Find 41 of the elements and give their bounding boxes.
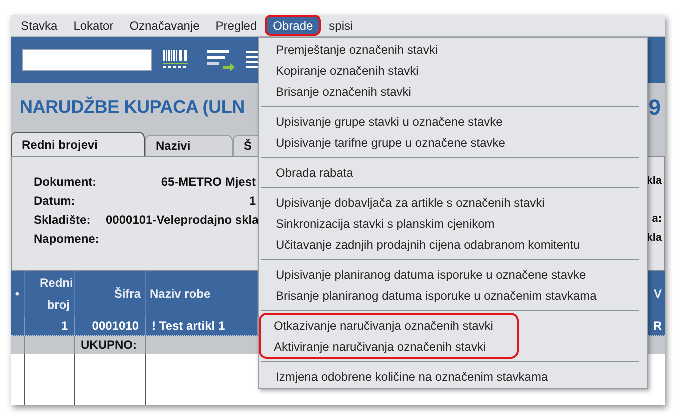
menu-item[interactable]: Upisivanje planiranog datuma isporuke u označene stavke: [261, 264, 602, 285]
field-value: 65-METRO Mjest: [160, 174, 256, 190]
search-field[interactable]: [22, 49, 152, 71]
table-cell-text: 0001010: [92, 318, 139, 335]
menu-item[interactable]: Premještanje označenih stavki: [261, 39, 454, 60]
tab[interactable]: Nazivi: [145, 135, 233, 156]
menu-item[interactable]: Učitavanje zadnjih prodajnih cijena odabranom komitentu: [261, 234, 596, 255]
menu-item[interactable]: Kopiranje označenih stavki: [261, 60, 434, 81]
tab[interactable]: Redni brojevi: [11, 132, 145, 156]
field-label: Datum:: [34, 192, 76, 210]
menu-item[interactable]: Pregled: [208, 15, 266, 36]
barcode-icon[interactable]: [163, 50, 188, 70]
menu-item[interactable]: spisi: [321, 15, 362, 36]
menu-item[interactable]: Upisivanje grupe stavki u označene stavke: [261, 111, 518, 132]
field-label: a:: [652, 212, 662, 228]
menu-item[interactable]: Obrade: [265, 15, 322, 36]
menu-item[interactable]: Stavka: [13, 15, 66, 36]
total-label: UKUPNO:: [81, 337, 137, 354]
menu-item[interactable]: Lokator: [66, 15, 122, 36]
table-cell-text: ! Test artikl 1: [152, 318, 226, 335]
field-value: 1: [248, 192, 256, 210]
page-title: 9: [648, 94, 661, 122]
field-value: 0000101-Veleprodajno skla: [106, 212, 259, 228]
field-label: Dokument:: [34, 174, 98, 190]
column-header: V: [654, 286, 663, 303]
page-title: NARUDŽBE KUPACA (ULN: [20, 96, 245, 119]
menu-item[interactable]: Upisivanje dobavljača za artikle s označenih stavki: [261, 192, 560, 213]
menu-item[interactable]: Aktiviranje naručivanja označenih stavki: [261, 336, 500, 357]
field-label: Napomene:: [34, 230, 100, 248]
menu-item[interactable]: Brisanje označenih stavki: [261, 81, 426, 102]
menu-item[interactable]: Obrada rabata: [261, 162, 368, 183]
list-arrow-icon[interactable]: [207, 49, 235, 71]
table-cell-text: R: [653, 318, 663, 335]
menu-item[interactable]: Izmjena odobrene količine na označenim stavkama: [261, 366, 564, 387]
menu-item[interactable]: Označavanje: [122, 15, 208, 36]
menu-item[interactable]: Upisivanje tarifne grupe u označene stavke: [261, 132, 520, 153]
menu-item[interactable]: Sinkronizacija stavki s planskim cjenikom: [261, 213, 510, 234]
menu-item[interactable]: Otkazivanje naručivanja označenih stavki: [261, 315, 506, 336]
field-label: Skladište:: [34, 212, 92, 228]
menu-item[interactable]: Brisanje planiranog datuma isporuke u označenim stavkama: [261, 285, 612, 306]
table-cell-text: 1: [61, 318, 68, 335]
